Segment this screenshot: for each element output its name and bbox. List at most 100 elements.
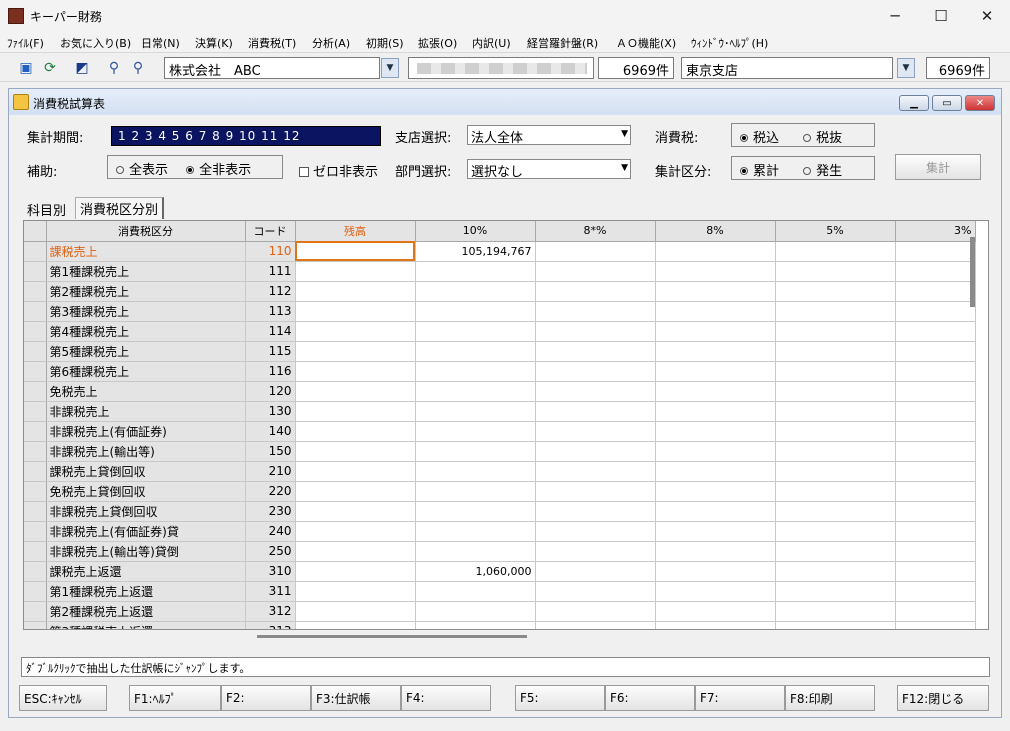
amount-10pct-cell[interactable] — [415, 361, 536, 382]
tax-category-cell[interactable]: 第2種課税売上返還 — [46, 601, 246, 622]
amount-8star-pct-cell[interactable] — [535, 481, 656, 502]
amount-5pct-cell[interactable] — [775, 501, 896, 522]
code-cell[interactable]: 115 — [245, 341, 296, 362]
amount-3pct-cell[interactable] — [895, 321, 976, 342]
code-cell[interactable]: 114 — [245, 321, 296, 342]
amount-8star-pct-cell[interactable] — [535, 561, 656, 582]
row-selector[interactable] — [24, 521, 47, 542]
tax-category-cell[interactable]: 第1種課税売上返還 — [46, 581, 246, 602]
amount-8pct-cell[interactable] — [655, 281, 776, 302]
tax-category-cell[interactable]: 第3種課税売上返還 — [46, 621, 246, 629]
amount-10pct-cell[interactable]: 1,060,000 — [415, 561, 536, 582]
amount-8pct-cell[interactable] — [655, 501, 776, 522]
amount-8star-pct-cell[interactable] — [535, 441, 656, 462]
code-cell[interactable]: 113 — [245, 301, 296, 322]
balance-cell[interactable] — [295, 441, 416, 462]
row-selector[interactable] — [24, 401, 47, 422]
amount-5pct-cell[interactable] — [775, 401, 896, 422]
row-selector[interactable] — [24, 261, 47, 282]
amount-8star-pct-cell[interactable] — [535, 541, 656, 562]
amount-8pct-cell[interactable] — [655, 621, 776, 629]
code-cell[interactable]: 112 — [245, 281, 296, 302]
menu-initial[interactable]: 初期(S) — [366, 35, 404, 51]
balance-cell[interactable] — [295, 581, 416, 602]
code-cell[interactable]: 120 — [245, 381, 296, 402]
amount-5pct-cell[interactable] — [775, 521, 896, 542]
amount-3pct-cell[interactable] — [895, 341, 976, 362]
f7-button[interactable]: F7: — [695, 685, 785, 711]
amount-8star-pct-cell[interactable] — [535, 461, 656, 482]
amount-10pct-cell[interactable] — [415, 281, 536, 302]
balance-cell[interactable] — [295, 461, 416, 482]
code-cell[interactable]: 130 — [245, 401, 296, 422]
row-selector[interactable] — [24, 581, 47, 602]
balance-cell[interactable] — [295, 521, 416, 542]
amount-3pct-cell[interactable] — [895, 621, 976, 629]
tax-category-cell[interactable]: 第5種課税売上 — [46, 341, 246, 362]
row-selector[interactable] — [24, 441, 47, 462]
amount-10pct-cell[interactable] — [415, 521, 536, 542]
table-row[interactable]: 第1種課税売上返還 311 — [24, 581, 976, 602]
branch-combo[interactable]: 法人全体 ▼ — [467, 125, 631, 146]
code-cell[interactable]: 140 — [245, 421, 296, 442]
zoom-in-icon[interactable]: ⚲ — [104, 58, 124, 78]
hide-all-radio[interactable]: 全非表示 — [186, 163, 251, 178]
row-selector[interactable] — [24, 381, 47, 402]
f3-journal-button[interactable]: F3:仕訳帳 — [311, 685, 401, 711]
amount-5pct-cell[interactable] — [775, 421, 896, 442]
amount-10pct-cell[interactable] — [415, 541, 536, 562]
row-selector[interactable] — [24, 481, 47, 502]
f4-button[interactable]: F4: — [401, 685, 491, 711]
menu-ao[interactable]: ＡＯ機能(X) — [616, 35, 676, 51]
tax-category-cell[interactable]: 免税売上貸倒回収 — [46, 481, 246, 502]
sync-icon[interactable]: ⟳ — [40, 58, 60, 78]
code-cell[interactable]: 111 — [245, 261, 296, 282]
close-button[interactable]: ✕ — [964, 0, 1010, 32]
amount-10pct-cell[interactable]: 105,194,767 — [415, 241, 536, 262]
row-selector[interactable] — [24, 541, 47, 562]
row-selector[interactable] — [24, 281, 47, 302]
balance-cell[interactable] — [295, 481, 416, 502]
table-row[interactable]: 第4種課税売上 114 — [24, 321, 976, 342]
balance-cell[interactable] — [295, 621, 416, 629]
amount-3pct-cell[interactable] — [895, 501, 976, 522]
amount-5pct-cell[interactable] — [775, 361, 896, 382]
row-selector[interactable] — [24, 321, 47, 342]
code-cell[interactable]: 116 — [245, 361, 296, 382]
table-row[interactable]: 第5種課税売上 115 — [24, 341, 976, 362]
balance-cell[interactable] — [295, 401, 416, 422]
code-cell[interactable]: 311 — [245, 581, 296, 602]
amount-5pct-cell[interactable] — [775, 441, 896, 462]
amount-10pct-cell[interactable] — [415, 601, 536, 622]
calc-button[interactable]: 集計 — [895, 154, 981, 180]
tax-category-cell[interactable]: 免税売上 — [46, 381, 246, 402]
tax-out-radio[interactable]: 税抜 — [803, 131, 842, 146]
menu-window-help[interactable]: ｳｨﾝﾄﾞｳ･ﾍﾙﾌﾟ(H) — [691, 35, 768, 51]
amount-8star-pct-cell[interactable] — [535, 521, 656, 542]
amount-8pct-cell[interactable] — [655, 381, 776, 402]
menu-consumption-tax[interactable]: 消費税(T) — [248, 35, 296, 51]
f2-button[interactable]: F2: — [221, 685, 311, 711]
tax-category-cell[interactable]: 第3種課税売上 — [46, 301, 246, 322]
amount-8star-pct-cell[interactable] — [535, 501, 656, 522]
code-cell[interactable]: 210 — [245, 461, 296, 482]
balance-cell[interactable] — [295, 361, 416, 382]
menu-compass[interactable]: 経営羅針盤(R) — [527, 35, 598, 51]
amount-3pct-cell[interactable] — [895, 561, 976, 582]
code-cell[interactable]: 240 — [245, 521, 296, 542]
amount-3pct-cell[interactable] — [895, 301, 976, 322]
amount-5pct-cell[interactable] — [775, 601, 896, 622]
company-dropdown-arrow[interactable]: ▼ — [381, 58, 399, 78]
table-row[interactable]: 課税売上返還 310 1,060,000 — [24, 561, 976, 582]
amount-8pct-cell[interactable] — [655, 421, 776, 442]
amount-3pct-cell[interactable] — [895, 461, 976, 482]
dept-combo[interactable]: 選択なし ▼ — [467, 159, 631, 180]
balance-cell[interactable] — [295, 281, 416, 302]
balance-cell[interactable] — [295, 241, 416, 262]
tax-in-radio[interactable]: 税込 — [740, 131, 779, 146]
amount-5pct-cell[interactable] — [775, 321, 896, 342]
amount-8pct-cell[interactable] — [655, 561, 776, 582]
amount-3pct-cell[interactable] — [895, 541, 976, 562]
table-row[interactable]: 非課税売上(有価証券)貸 240 — [24, 521, 976, 542]
tax-category-cell[interactable]: 第1種課税売上 — [46, 261, 246, 282]
